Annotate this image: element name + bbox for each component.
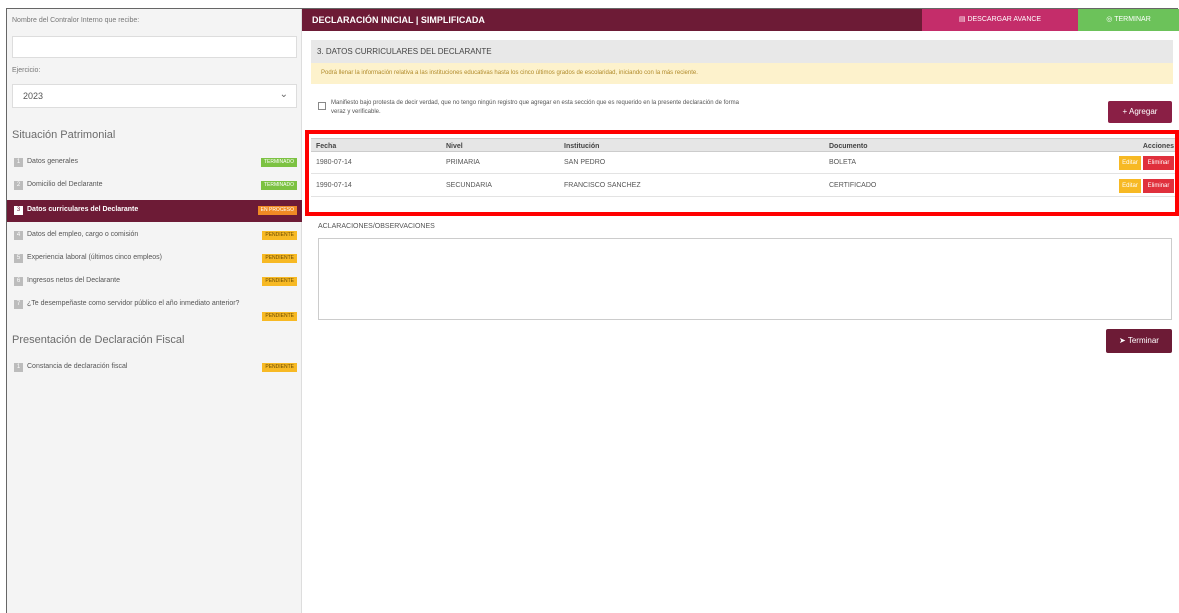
sidebar: Nombre del Contralor Interno que recibe:…: [7, 9, 302, 613]
sidebar-item-empleo[interactable]: 4 Datos del empleo, cargo o comisión PEN…: [7, 225, 302, 247]
status-badge: PENDIENTE: [262, 277, 297, 286]
observations-label: ACLARACIONES/OBSERVACIONES: [318, 223, 435, 230]
step-number-icon: 3: [14, 206, 23, 215]
sidebar-item-datos-generales[interactable]: 1 Datos generales TERMINADO: [7, 152, 302, 174]
sidebar-item-ingresos[interactable]: 6 Ingresos netos del Declarante PENDIENT…: [7, 271, 302, 293]
sidebar-item-constancia-fiscal[interactable]: 1 Constancia de declaración fiscal PENDI…: [7, 357, 302, 379]
highlight-box: [305, 130, 1179, 216]
step-number-icon: 7: [14, 300, 23, 309]
sidebar-item-label: Datos generales: [27, 158, 78, 165]
download-label: DESCARGAR AVANCE: [967, 16, 1042, 23]
step-number-icon: 1: [14, 158, 23, 167]
step-number-icon: 2: [14, 181, 23, 190]
sidebar-item-label: Datos del empleo, cargo o comisión: [27, 231, 139, 238]
status-badge: PENDIENTE: [262, 312, 297, 321]
step-number-icon: 5: [14, 254, 23, 263]
step-number-icon: 1: [14, 363, 23, 372]
controller-label: Nombre del Contralor Interno que recibe:: [12, 17, 140, 24]
page-title: DECLARACIÓN INICIAL | SIMPLIFICADA: [312, 15, 485, 25]
step-number-icon: 4: [14, 231, 23, 240]
finish-top-label: TERMINAR: [1114, 16, 1151, 23]
sidebar-item-label: Constancia de declaración fiscal: [27, 363, 128, 370]
add-button[interactable]: + Agregar: [1108, 101, 1172, 123]
no-record-checkbox-label: Manifiesto bajo protesta de decir verdad…: [331, 100, 739, 115]
no-record-checkbox[interactable]: [318, 102, 326, 110]
heading-fiscal: Presentación de Declaración Fiscal: [12, 334, 185, 346]
heading-patrimonial: Situación Patrimonial: [12, 129, 116, 141]
exercise-value: 2023: [23, 91, 44, 101]
controller-input[interactable]: [12, 36, 297, 58]
status-badge: TERMINADO: [261, 181, 297, 190]
status-badge: PENDIENTE: [262, 254, 297, 263]
finish-label: Terminar: [1127, 336, 1159, 345]
status-badge: PENDIENTE: [262, 231, 297, 240]
sidebar-item-label: Ingresos netos del Declarante: [27, 277, 120, 284]
sidebar-item-experiencia[interactable]: 5 Experiencia laboral (últimos cinco emp…: [7, 248, 302, 270]
sidebar-item-label: Experiencia laboral (últimos cinco emple…: [27, 254, 163, 261]
download-progress-button[interactable]: ▤ DESCARGAR AVANCE: [922, 9, 1078, 31]
chevron-down-icon: ⌄: [279, 89, 288, 100]
sidebar-item-label: Datos curriculares del Declarante: [27, 206, 139, 213]
send-icon: ➤: [1119, 336, 1128, 345]
sidebar-item-domicilio[interactable]: 2 Domicilio del Declarante TERMINADO: [7, 175, 302, 197]
sidebar-item-servidor-publico[interactable]: 7 ¿Te desempeñaste como servidor público…: [7, 294, 302, 324]
status-badge: TERMINADO: [261, 158, 297, 167]
observations-textarea[interactable]: [318, 238, 1172, 320]
sidebar-item-label: Domicilio del Declarante: [27, 181, 103, 188]
status-badge: EN PROCESO: [257, 206, 297, 215]
exercise-select[interactable]: 2023 ⌄: [12, 84, 297, 108]
sidebar-item-datos-curriculares[interactable]: 3 Datos curriculares del Declarante EN P…: [7, 200, 302, 222]
sidebar-item-label: ¿Te desempeñaste como servidor público e…: [27, 300, 240, 307]
section-title: 3. DATOS CURRICULARES DEL DECLARANTE: [311, 40, 1173, 63]
exercise-label: Ejercicio:: [12, 67, 41, 74]
top-bar: DECLARACIÓN INICIAL | SIMPLIFICADA ▤ DES…: [302, 9, 1179, 31]
finish-top-button[interactable]: ◎ TERMINAR: [1078, 9, 1179, 31]
finish-button[interactable]: ➤ Terminar: [1106, 329, 1172, 353]
step-number-icon: 6: [14, 277, 23, 286]
check-circle-icon: ◎: [1106, 16, 1115, 23]
status-badge: PENDIENTE: [262, 363, 297, 372]
notice-banner: Podrá llenar la información relativa a l…: [311, 63, 1173, 84]
